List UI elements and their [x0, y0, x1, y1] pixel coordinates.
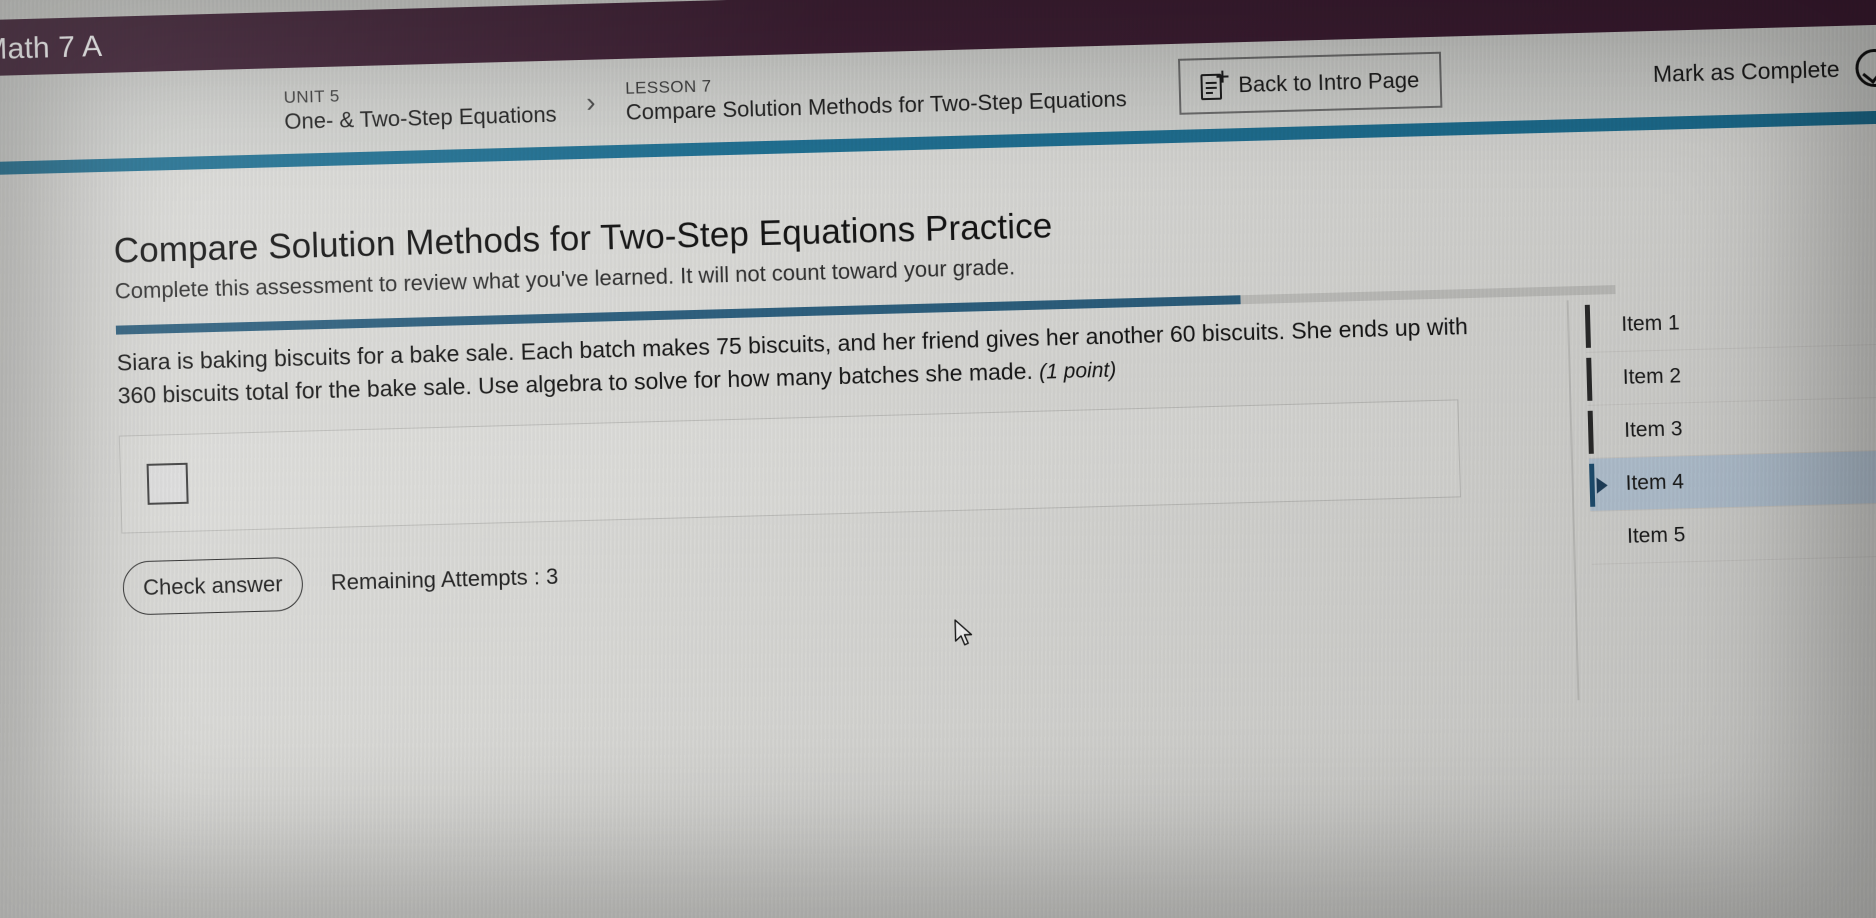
item-status-bar [1584, 304, 1591, 348]
back-to-intro-page-label: Back to Intro Page [1237, 67, 1420, 98]
question-points: (1 point) [1038, 358, 1117, 384]
check-circle-icon [1854, 48, 1876, 88]
item-list-label: Item 1 [1621, 311, 1680, 336]
mark-as-complete-button[interactable]: Mark as Complete [1652, 48, 1876, 92]
item-status-bar [1586, 357, 1593, 401]
item-status-bar [1587, 410, 1594, 454]
item-list-label: Item 2 [1622, 364, 1682, 389]
breadcrumb-unit[interactable]: UNIT 5 One- & Two-Step Equations [283, 79, 557, 135]
answer-input[interactable] [146, 462, 189, 505]
question-block: Siara is baking biscuits for a bake sale… [116, 309, 1508, 617]
answer-area [118, 399, 1461, 535]
item-status-bar [1589, 463, 1596, 507]
item-list-row[interactable]: Item 4 [1588, 448, 1876, 512]
page-body: Compare Solution Methods for Two-Step Eq… [0, 122, 1876, 918]
course-title: Math 7 A [0, 29, 103, 67]
item-list-row[interactable]: Item 2 [1586, 342, 1876, 406]
item-list-label: Item 3 [1623, 417, 1683, 442]
item-list-row[interactable]: Item 1 [1584, 289, 1876, 353]
back-to-intro-page-button[interactable]: Back to Intro Page [1177, 51, 1443, 115]
document-plus-icon [1200, 70, 1229, 102]
item-navigation-list: Item 1 Item 2 Item 3 Item 4 Item 5 [1584, 289, 1876, 565]
item-list-label: Item 5 [1626, 523, 1686, 548]
remaining-attempts-label: Remaining Attempts : 3 [330, 564, 559, 596]
check-answer-button[interactable]: Check answer [122, 557, 304, 617]
item-list-row[interactable]: Item 3 [1587, 395, 1876, 459]
photo-of-screen: ...&idLesson=4542377&page=1&idWebuser=54… [0, 0, 1876, 918]
screen-surface: ...&idLesson=4542377&page=1&idWebuser=54… [0, 0, 1876, 918]
breadcrumb-lesson[interactable]: LESSON 7 Compare Solution Methods for Tw… [625, 64, 1127, 126]
chevron-right-icon: › [585, 86, 597, 118]
item-status-bar [1591, 517, 1597, 560]
item-list-label: Item 4 [1625, 470, 1685, 495]
mark-as-complete-label: Mark as Complete [1652, 55, 1840, 87]
item-list-row[interactable]: Item 5 [1590, 501, 1876, 565]
content-list-divider [1566, 300, 1580, 701]
check-answer-row: Check answer Remaining Attempts : 3 [122, 525, 1508, 617]
